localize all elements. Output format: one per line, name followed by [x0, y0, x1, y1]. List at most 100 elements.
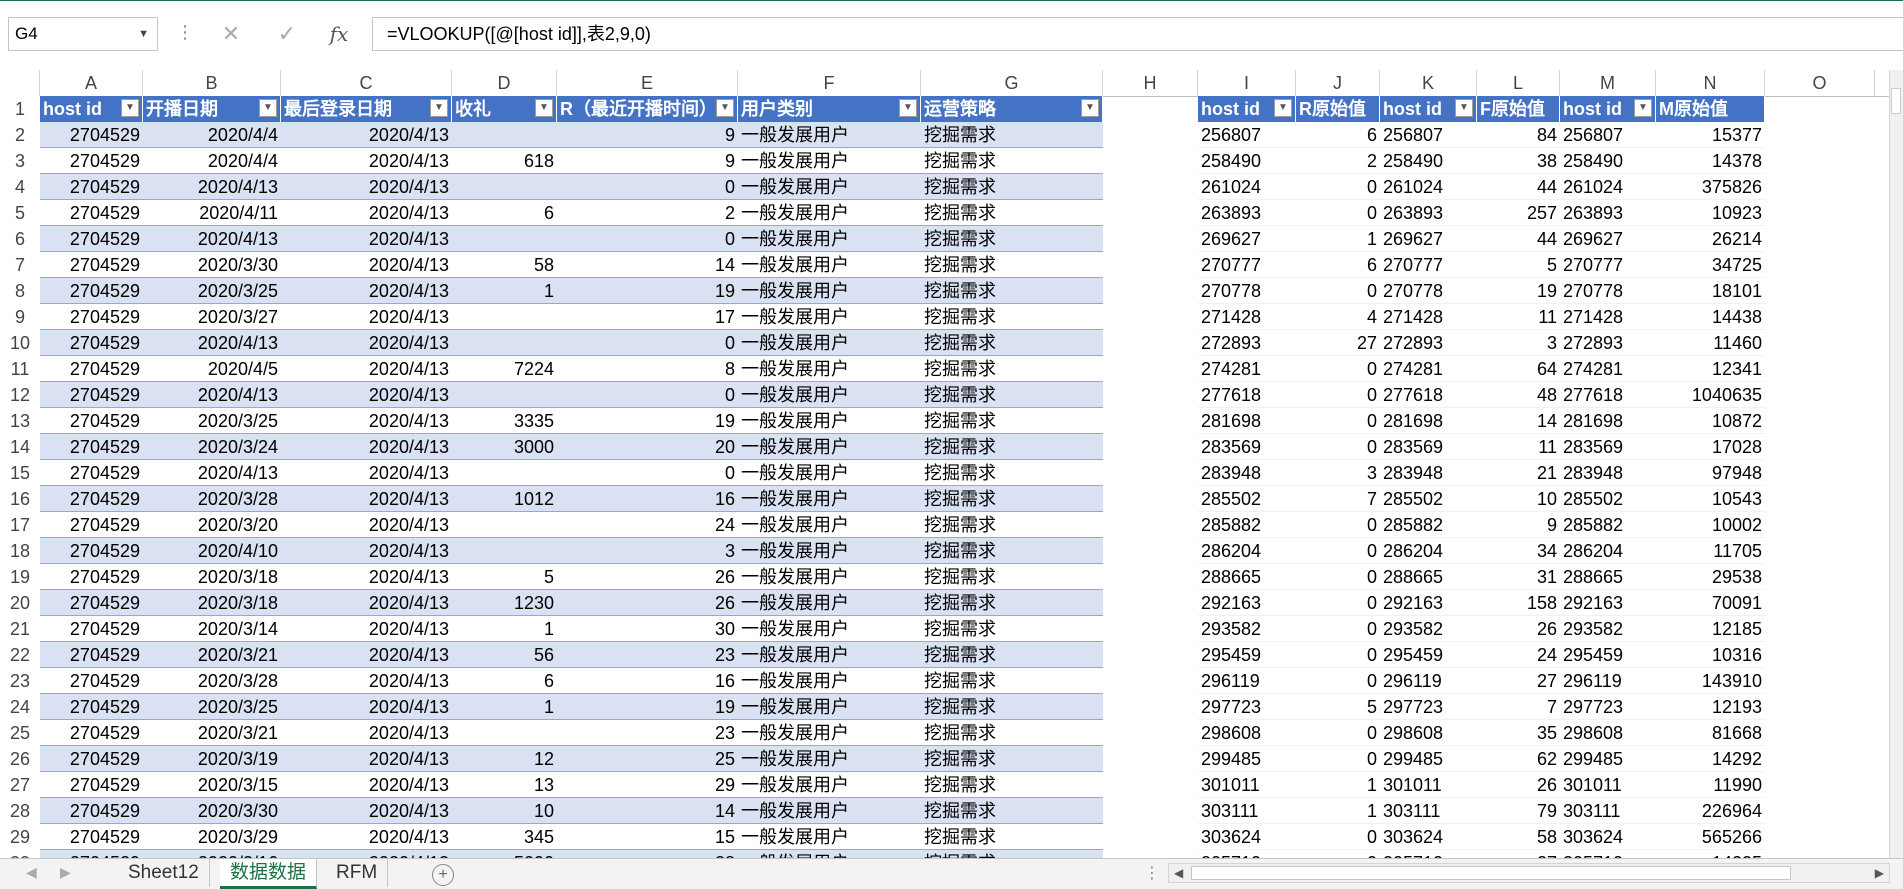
data-cell[interactable]: 143910: [1656, 668, 1765, 694]
data-cell[interactable]: 58: [452, 252, 557, 278]
data-cell[interactable]: 挖掘需求: [921, 304, 1103, 330]
select-all-corner[interactable]: [0, 70, 40, 96]
data-cell[interactable]: 挖掘需求: [921, 564, 1103, 590]
data-cell[interactable]: 一般发展用户: [738, 564, 921, 590]
data-cell[interactable]: 271428: [1198, 304, 1296, 330]
tab-sheet12[interactable]: Sheet12: [118, 859, 210, 887]
data-cell[interactable]: 305710: [1198, 850, 1296, 858]
data-cell[interactable]: 23: [557, 642, 738, 668]
data-cell[interactable]: 19: [557, 694, 738, 720]
data-cell[interactable]: 13: [452, 772, 557, 798]
insert-function-button[interactable]: fx: [322, 18, 356, 50]
row-number[interactable]: 5: [0, 200, 41, 226]
table-header-cell[interactable]: 开播日期 ▼: [143, 96, 281, 122]
row-number[interactable]: 7: [0, 252, 41, 278]
filter-dropdown-icon[interactable]: ▼: [1081, 99, 1099, 117]
data-cell[interactable]: 303624: [1560, 824, 1656, 850]
data-cell[interactable]: 295459: [1380, 642, 1477, 668]
data-cell[interactable]: 2020/4/5: [143, 356, 281, 382]
column-header[interactable]: E: [557, 70, 738, 96]
data-cell[interactable]: 17: [557, 304, 738, 330]
column-header[interactable]: J: [1296, 70, 1380, 96]
data-cell[interactable]: 286204: [1560, 538, 1656, 564]
data-cell[interactable]: 79: [1477, 798, 1560, 824]
data-cell[interactable]: 305710: [1380, 850, 1477, 858]
data-cell[interactable]: 292163: [1198, 590, 1296, 616]
data-cell[interactable]: 270778: [1560, 278, 1656, 304]
data-cell[interactable]: 27: [1477, 668, 1560, 694]
row-number[interactable]: 27: [0, 772, 41, 798]
row-number[interactable]: 2: [0, 122, 41, 148]
data-cell[interactable]: 297723: [1380, 694, 1477, 720]
data-cell[interactable]: 2704529: [40, 278, 143, 304]
row-number[interactable]: 21: [0, 616, 41, 642]
data-cell[interactable]: 299485: [1380, 746, 1477, 772]
row-number[interactable]: 6: [0, 226, 41, 252]
data-cell[interactable]: [452, 226, 557, 252]
data-cell[interactable]: 272893: [1560, 330, 1656, 356]
data-cell[interactable]: 挖掘需求: [921, 434, 1103, 460]
data-cell[interactable]: 6: [452, 200, 557, 226]
data-cell[interactable]: 281698: [1560, 408, 1656, 434]
data-cell[interactable]: 挖掘需求: [921, 382, 1103, 408]
column-header[interactable]: F: [738, 70, 921, 96]
data-cell[interactable]: 70091: [1656, 590, 1765, 616]
data-cell[interactable]: 0: [1296, 512, 1380, 538]
data-cell[interactable]: 295459: [1198, 642, 1296, 668]
data-cell[interactable]: 挖掘需求: [921, 460, 1103, 486]
data-cell[interactable]: 2020/4/13: [143, 382, 281, 408]
data-cell[interactable]: 298608: [1380, 720, 1477, 746]
data-cell[interactable]: [452, 304, 557, 330]
data-cell[interactable]: 258490: [1560, 148, 1656, 174]
data-cell[interactable]: 6: [1296, 122, 1380, 148]
data-cell[interactable]: 305710: [1560, 850, 1656, 858]
data-cell[interactable]: 2020/3/29: [143, 824, 281, 850]
data-cell[interactable]: 299485: [1198, 746, 1296, 772]
data-cell[interactable]: 一般发展用户: [738, 148, 921, 174]
data-cell[interactable]: 一般发展用户: [738, 824, 921, 850]
data-cell[interactable]: 11990: [1656, 772, 1765, 798]
data-cell[interactable]: 2020/4/13: [281, 122, 452, 148]
data-cell[interactable]: 28: [557, 850, 738, 858]
data-cell[interactable]: 285502: [1560, 486, 1656, 512]
data-cell[interactable]: 2020/4/13: [281, 460, 452, 486]
data-cell[interactable]: 288665: [1198, 564, 1296, 590]
data-cell[interactable]: 挖掘需求: [921, 746, 1103, 772]
row-number[interactable]: 1: [0, 96, 41, 122]
data-cell[interactable]: 62: [1477, 746, 1560, 772]
data-cell[interactable]: 263893: [1198, 200, 1296, 226]
data-cell[interactable]: 2020/3/28: [143, 486, 281, 512]
data-cell[interactable]: 6: [1296, 252, 1380, 278]
data-cell[interactable]: 258490: [1198, 148, 1296, 174]
data-cell[interactable]: 2020/3/20: [143, 512, 281, 538]
data-cell[interactable]: 29: [557, 772, 738, 798]
row-number[interactable]: 13: [0, 408, 41, 434]
data-cell[interactable]: 11: [1477, 304, 1560, 330]
data-cell[interactable]: 2704529: [40, 486, 143, 512]
data-cell[interactable]: 2020/4/13: [281, 434, 452, 460]
data-cell[interactable]: 1: [1296, 226, 1380, 252]
data-cell[interactable]: 9: [557, 148, 738, 174]
data-cell[interactable]: 2704529: [40, 356, 143, 382]
data-cell[interactable]: 2020/3/27: [143, 304, 281, 330]
data-cell[interactable]: 303111: [1380, 798, 1477, 824]
data-cell[interactable]: 挖掘需求: [921, 356, 1103, 382]
table-header-cell[interactable]: host id ▼: [40, 96, 143, 122]
data-cell[interactable]: 263893: [1560, 200, 1656, 226]
horizontal-scroll-thumb[interactable]: [1191, 866, 1791, 880]
data-cell[interactable]: 5: [1477, 252, 1560, 278]
data-cell[interactable]: 0: [1296, 850, 1380, 858]
row-number[interactable]: 3: [0, 148, 41, 174]
data-cell[interactable]: 269627: [1198, 226, 1296, 252]
data-cell[interactable]: 2704529: [40, 824, 143, 850]
chevron-down-icon[interactable]: ▼: [138, 18, 149, 50]
data-cell[interactable]: 301011: [1198, 772, 1296, 798]
data-cell[interactable]: 277618: [1380, 382, 1477, 408]
data-cell[interactable]: 256807: [1560, 122, 1656, 148]
data-cell[interactable]: 38: [1477, 148, 1560, 174]
data-cell[interactable]: 一般发展用户: [738, 694, 921, 720]
data-cell[interactable]: 2020/4/13: [281, 252, 452, 278]
data-cell[interactable]: 2704529: [40, 174, 143, 200]
row-number[interactable]: 11: [0, 356, 41, 382]
data-cell[interactable]: 303111: [1560, 798, 1656, 824]
